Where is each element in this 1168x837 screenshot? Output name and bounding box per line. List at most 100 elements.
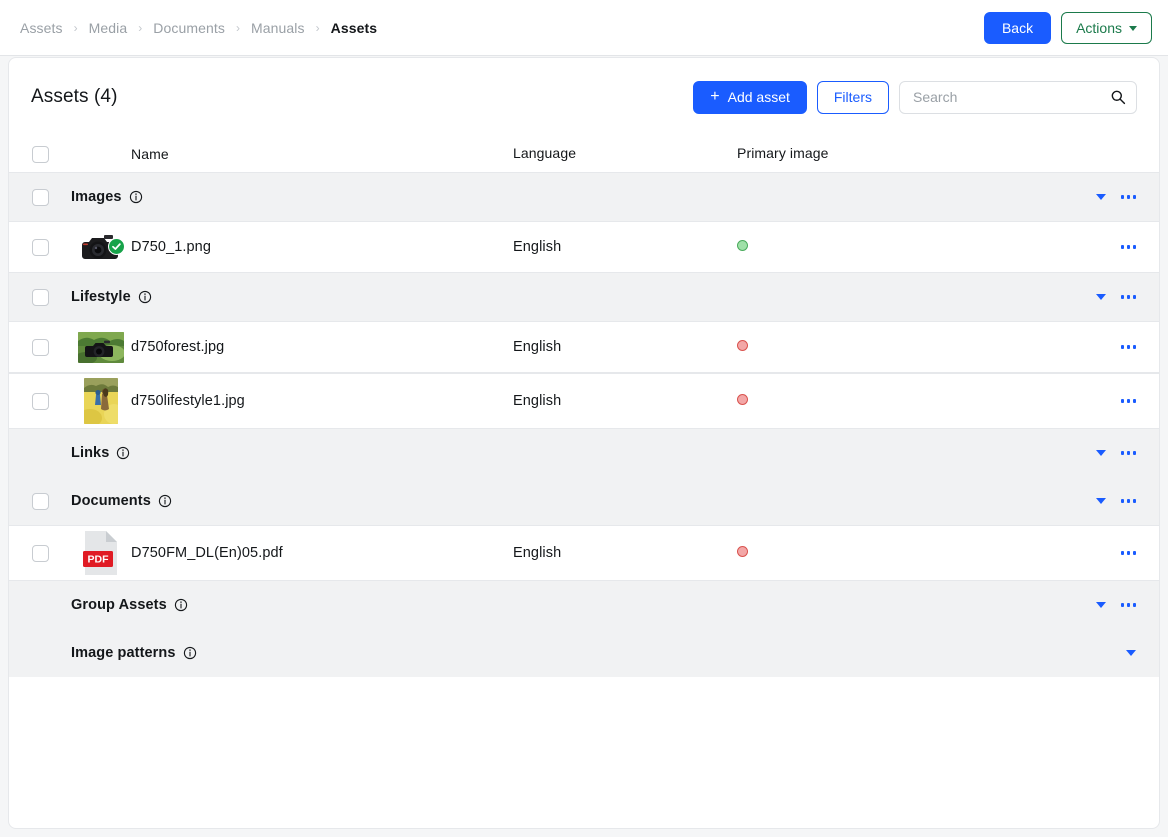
info-icon[interactable] <box>129 190 143 204</box>
group-select-cell <box>9 188 71 206</box>
group-label-links: Links <box>71 445 130 461</box>
group-label-documents: Documents <box>71 493 172 509</box>
group-row-documents[interactable]: Documents <box>9 477 1159 525</box>
group-controls-images <box>1069 191 1159 203</box>
group-controls-group-assets <box>1069 599 1159 611</box>
row-select-cell <box>9 544 71 562</box>
table-header-row: Name Language Primary image <box>9 136 1159 173</box>
group-row-links[interactable]: Links <box>9 429 1159 477</box>
thumbnail-forest-camera[interactable] <box>71 331 131 363</box>
info-icon[interactable] <box>158 494 172 508</box>
breadcrumb-item-assets-root[interactable]: Assets <box>20 20 63 36</box>
chevron-down-icon[interactable] <box>1095 294 1106 300</box>
more-options-icon[interactable] <box>1120 547 1136 559</box>
row-controls <box>1069 341 1159 353</box>
asset-name[interactable]: d750lifestyle1.jpg <box>131 393 245 409</box>
asset-name[interactable]: D750_1.png <box>131 239 211 255</box>
more-options-icon[interactable] <box>1120 599 1136 611</box>
more-options-icon[interactable] <box>1120 291 1136 303</box>
group-row-group-assets[interactable]: Group Assets <box>9 581 1159 629</box>
filters-button[interactable]: Filters <box>816 80 889 114</box>
row-checkbox[interactable] <box>31 238 49 256</box>
row-checkbox[interactable] <box>31 338 49 356</box>
group-label-lifestyle: Lifestyle <box>71 289 152 305</box>
language-value: English <box>513 393 562 409</box>
row-language-cell: English <box>513 238 737 256</box>
asset-name[interactable]: d750forest.jpg <box>131 339 224 355</box>
select-all-checkbox[interactable] <box>31 145 49 163</box>
thumbnail-couple-field[interactable] <box>71 378 131 424</box>
group-row-images[interactable]: Images <box>9 173 1159 221</box>
group-controls-lifestyle <box>1069 291 1159 303</box>
group-name-cell: Documents <box>71 493 513 509</box>
asset-name[interactable]: D750FM_DL(En)05.pdf <box>131 545 283 561</box>
group-name-cell: Links <box>71 445 513 461</box>
breadcrumb-item-documents[interactable]: Documents <box>153 20 225 36</box>
chevron-down-icon[interactable] <box>1095 602 1106 608</box>
status-badge-primary-image <box>737 546 748 557</box>
search-icon[interactable] <box>1110 89 1126 105</box>
lifestyle-photo-icon <box>84 378 118 424</box>
more-options-icon[interactable] <box>1120 241 1136 253</box>
row-checkbox[interactable] <box>31 544 49 562</box>
group-select-cell <box>9 288 71 306</box>
row-select-cell <box>9 338 71 356</box>
breadcrumb-item-manuals[interactable]: Manuals <box>251 20 305 36</box>
search-input[interactable] <box>913 89 1102 105</box>
more-options-icon[interactable] <box>1120 395 1136 407</box>
chevron-down-icon <box>1129 26 1137 31</box>
group-row-lifestyle[interactable]: Lifestyle <box>9 273 1159 321</box>
top-bar-actions: Back Actions <box>983 11 1152 44</box>
select-all-cell <box>9 145 71 163</box>
row-name-cell: d750forest.jpg <box>71 331 513 363</box>
thumbnail-pdf-file[interactable]: PDF <box>71 530 131 576</box>
breadcrumb-item-media[interactable]: Media <box>89 20 128 36</box>
back-button[interactable]: Back <box>983 11 1052 44</box>
group-label-images: Images <box>71 189 143 205</box>
chevron-down-icon[interactable] <box>1126 650 1136 656</box>
group-checkbox-images[interactable] <box>31 188 49 206</box>
more-options-icon[interactable] <box>1120 191 1136 203</box>
info-icon[interactable] <box>138 290 152 304</box>
plus-icon: + <box>710 87 720 105</box>
column-header-name: Name <box>131 146 169 162</box>
status-badge-primary-image <box>737 240 748 251</box>
row-primary-image-cell <box>737 392 1069 410</box>
more-options-icon[interactable] <box>1120 495 1136 507</box>
row-checkbox[interactable] <box>31 392 49 410</box>
top-bar: Assets › Media › Documents › Manuals › A… <box>0 0 1168 56</box>
group-label-group-assets: Group Assets <box>71 597 188 613</box>
group-controls-documents <box>1069 495 1159 507</box>
info-icon[interactable] <box>183 646 197 660</box>
row-language-cell: English <box>513 544 737 562</box>
pdf-file-icon: PDF <box>82 530 120 576</box>
language-value: English <box>513 545 562 561</box>
more-options-icon[interactable] <box>1120 447 1136 459</box>
group-controls-image-patterns <box>1069 650 1159 656</box>
group-checkbox-lifestyle[interactable] <box>31 288 49 306</box>
table-row[interactable]: d750lifestyle1.jpg English <box>9 373 1159 429</box>
assets-table: Name Language Primary image Images D750_… <box>9 136 1159 677</box>
group-row-image-patterns[interactable]: Image patterns <box>9 629 1159 677</box>
group-name-cell: Lifestyle <box>71 289 513 305</box>
add-asset-button[interactable]: + Add asset <box>693 80 807 114</box>
more-options-icon[interactable] <box>1120 341 1136 353</box>
group-checkbox-documents[interactable] <box>31 492 49 510</box>
table-row[interactable]: d750forest.jpg English <box>9 321 1159 373</box>
row-primary-image-cell <box>737 238 1069 256</box>
chevron-down-icon[interactable] <box>1095 450 1106 456</box>
group-name-cell: Image patterns <box>71 645 513 661</box>
info-icon[interactable] <box>174 598 188 612</box>
table-row[interactable]: PDF D750FM_DL(En)05.pdf English <box>9 525 1159 581</box>
chevron-down-icon[interactable] <box>1095 194 1106 200</box>
breadcrumb-separator-icon: › <box>315 20 320 35</box>
chevron-down-icon[interactable] <box>1095 498 1106 504</box>
card-header-tools: + Add asset Filters <box>693 80 1137 114</box>
thumbnail-camera-dslr[interactable] <box>71 230 131 264</box>
table-row[interactable]: D750_1.png English <box>9 221 1159 273</box>
actions-button[interactable]: Actions <box>1061 11 1152 44</box>
search-box[interactable] <box>899 80 1137 114</box>
info-icon[interactable] <box>116 446 130 460</box>
check-badge-icon <box>108 238 125 255</box>
column-header-language: Language <box>513 145 577 161</box>
